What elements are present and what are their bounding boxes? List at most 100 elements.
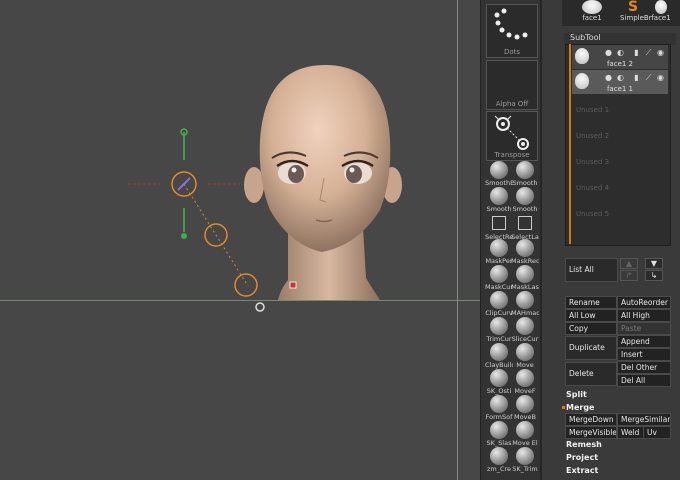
brush-icon[interactable]: ⟋ [644,73,653,82]
brush-slot[interactable]: Move El [512,421,538,447]
append-button[interactable]: Append [617,335,671,348]
brush-slot[interactable]: SliceCur [512,317,538,343]
brush-label: Move [516,361,534,369]
brush-label: SK_Slas [486,439,512,447]
dots-label: Dots [503,48,521,56]
alpha-slot[interactable]: Alpha Off [486,60,538,110]
brush-palette: Dots Alpha Off Transpose SmoothE Smooth Sm… [480,0,542,480]
unused-slot: Unused 1 [576,106,610,114]
material-icon[interactable]: ◐ [616,73,625,82]
brush-label: Smooth [486,205,512,213]
move-down-step-arrow-icon[interactable]: ↳ [645,270,663,281]
brush-icon [492,216,506,230]
brush-label: Move El [512,439,538,447]
merge-similar-button[interactable]: MergeSimilar [617,413,671,426]
brush-slot[interactable]: MaskLas [511,265,539,291]
brush-icon [490,239,508,257]
split-section[interactable]: Split [566,390,587,399]
brush-slot[interactable]: SelectLa [511,213,539,241]
brush-icon [490,369,508,387]
brush-slot[interactable]: SK_Osti [486,369,512,395]
del-all-button[interactable]: Del All [617,374,671,387]
material-icon[interactable]: ◐ [616,48,625,57]
brush-slot[interactable]: MaskCur [485,265,513,291]
merge-visible-button[interactable]: MergeVisible [565,426,617,439]
brush-slot[interactable]: Move [512,343,538,369]
sculpt-head-model[interactable] [240,60,410,305]
polypaint-icon[interactable]: ● [604,73,613,82]
polypaint-icon[interactable]: ● [604,48,613,57]
brush-label: zm_Cre [486,465,512,473]
unused-slot: Unused 3 [576,158,610,166]
uv-button[interactable]: Uv [643,426,671,439]
tool-thumbnails: face1 S SimpleBr face1 [562,0,680,26]
insert-button[interactable]: Insert [617,348,671,361]
brush-slot[interactable]: SmoothE [485,161,513,187]
brush-icon [490,161,508,179]
lock-icon[interactable]: ▮ [632,48,641,57]
remesh-section[interactable]: Remesh [566,440,602,449]
tool-thumb-simplebrush[interactable]: S SimpleBr [620,0,652,24]
delete-button[interactable]: Delete [565,362,617,386]
weld-button[interactable]: Weld [617,426,644,439]
brush-icon [516,343,534,361]
brush-icon [490,395,508,413]
tool-thumb-face1-small[interactable]: face1 [648,0,674,24]
stroke-dots-slot[interactable]: Dots [486,4,538,58]
project-section[interactable]: Project [566,453,598,462]
subtool-row-face1-2[interactable]: ● ◐ ▮ ⟋ ◉ face1 2 [572,45,668,69]
simplebrush-icon: S [627,0,639,15]
brush-slot[interactable]: MoveF [512,369,538,395]
move-up-step-arrow-icon[interactable]: ↱ [620,270,638,281]
paste-button[interactable]: Paste [617,322,671,335]
copy-button[interactable]: Copy [565,322,617,335]
duplicate-button[interactable]: Duplicate [565,336,617,360]
brush-label: MaskRec [511,257,539,265]
merge-down-button[interactable]: MergeDown [565,413,617,426]
brush-icon [516,395,534,413]
3d-viewport[interactable] [0,0,480,480]
transpose-slot[interactable]: Transpose [486,111,538,161]
list-all-button[interactable]: List All [565,258,618,282]
move-down-arrow-icon[interactable]: ▼ [645,258,663,269]
brush-slot[interactable]: SK_Slas [486,421,512,447]
brush-icon [516,291,534,309]
brush-icon [516,421,534,439]
rename-button[interactable]: Rename [565,296,617,309]
eye-icon[interactable]: ◉ [656,73,665,82]
brush-slot[interactable]: MaskRec [511,239,539,265]
extract-section[interactable]: Extract [566,466,598,475]
auto-reorder-button[interactable]: AutoReorder [617,296,671,309]
brush-slot[interactable]: Smooth [486,187,512,213]
brush-slot[interactable]: ClayBuild [485,343,513,369]
brush-label: MAHmad [511,309,539,317]
brush-slot[interactable]: Smooth [512,161,538,187]
brush-slot[interactable]: MAHmad [511,291,539,317]
all-low-button[interactable]: All Low [565,309,617,322]
brush-icon [518,216,532,230]
brush-slot[interactable]: SelectRe [485,213,513,241]
subtool-row-face1-1[interactable]: ● ◐ ▮ ⟋ ◉ face1 1 [572,70,668,94]
merge-section[interactable]: Merge [566,403,594,412]
brush-label: MoveF [514,387,536,395]
dots-stroke-icon [494,8,528,40]
brush-slot[interactable]: MoveB [512,395,538,421]
brush-slot[interactable]: Smooth [512,187,538,213]
unused-slot: Unused 2 [576,132,610,140]
tool-thumb-face1[interactable]: face1 [566,0,618,24]
eye-icon[interactable]: ◉ [656,48,665,57]
pivot-icon[interactable] [254,301,266,313]
all-high-button[interactable]: All High [617,309,671,322]
move-up-arrow-icon[interactable]: ▲ [620,258,638,269]
del-other-button[interactable]: Del Other [617,361,671,374]
brush-icon [516,265,534,283]
brush-slot[interactable]: FormSof [486,395,512,421]
brush-slot[interactable]: TrimCur [486,317,512,343]
brush-icon[interactable]: ⟋ [644,48,653,57]
brush-slot[interactable]: ClipCurv [485,291,513,317]
brush-slot[interactable]: MaskPer [485,239,513,265]
lock-icon[interactable]: ▮ [632,73,641,82]
brush-slot[interactable]: SK_Trim [512,447,538,473]
brush-slot[interactable]: zm_Cre [486,447,512,473]
brush-label: SK_Trim [512,465,538,473]
